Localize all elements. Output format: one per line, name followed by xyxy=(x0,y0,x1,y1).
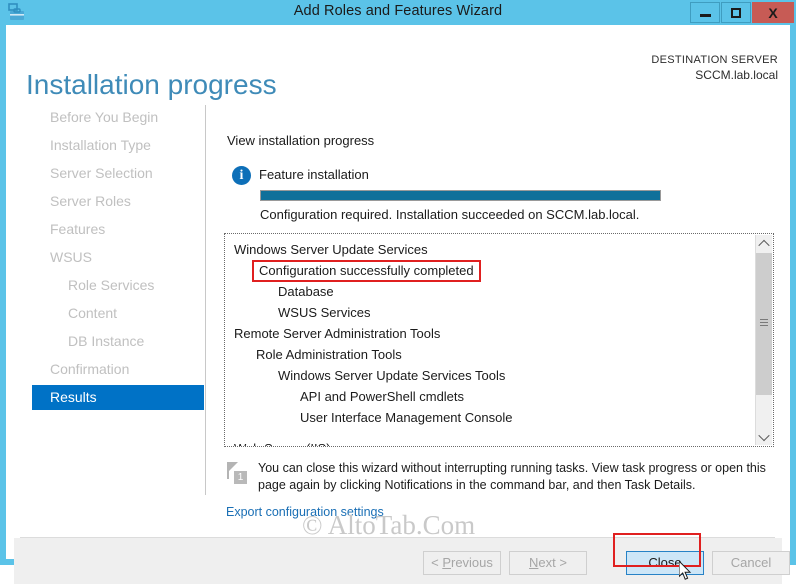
minimize-button[interactable] xyxy=(690,2,720,23)
sidebar-item-installation-type[interactable]: Installation Type xyxy=(32,133,204,158)
notification-badge-count: 1 xyxy=(234,471,247,484)
list-item[interactable]: Windows Server Update Services Tools xyxy=(225,365,754,386)
sidebar-item-features[interactable]: Features xyxy=(32,217,204,242)
scroll-up-button[interactable] xyxy=(756,235,772,252)
list-item[interactable]: Windows Server Update Services xyxy=(225,239,754,260)
scroll-down-button[interactable] xyxy=(756,428,772,445)
scrollbar-grip-icon xyxy=(760,319,768,329)
sidebar-item-wsus[interactable]: WSUS xyxy=(32,245,204,270)
client-area: Installation progress DESTINATION SERVER… xyxy=(6,25,790,584)
sidebar-divider xyxy=(205,105,206,495)
scrollbar-thumb[interactable] xyxy=(756,253,772,395)
notification-flag-icon: 1 xyxy=(226,462,248,486)
feature-installation-label: Feature installation xyxy=(259,167,369,182)
close-button[interactable]: Close xyxy=(626,551,704,575)
minimize-icon xyxy=(699,13,711,17)
sidebar-item-confirmation[interactable]: Confirmation xyxy=(32,357,204,382)
sidebar-item-content[interactable]: Content xyxy=(32,301,204,326)
sidebar-item-role-services[interactable]: Role Services xyxy=(32,273,204,298)
info-icon: i xyxy=(232,166,251,185)
list-item[interactable]: Database xyxy=(225,281,754,302)
chevron-down-icon xyxy=(758,429,770,441)
destination-server-block: DESTINATION SERVER SCCM.lab.local xyxy=(651,53,778,83)
page-title: Installation progress xyxy=(26,68,277,100)
destination-server-label: DESTINATION SERVER xyxy=(651,54,778,66)
next-button[interactable]: Next > xyxy=(509,551,587,575)
sidebar-item-server-roles[interactable]: Server Roles xyxy=(32,189,204,214)
close-window-button[interactable]: X xyxy=(752,2,794,23)
maximize-button[interactable] xyxy=(721,2,751,23)
sidebar-item-results[interactable]: Results xyxy=(32,385,204,410)
list-item[interactable]: User Interface Management Console xyxy=(225,407,754,428)
installation-results-list[interactable]: Windows Server Update Services Configurat… xyxy=(224,233,774,447)
destination-server-value: SCCM.lab.local xyxy=(695,68,778,82)
progress-bar-fill xyxy=(261,191,660,200)
list-item[interactable]: Web Server (IIS) xyxy=(225,438,754,446)
installation-status-text: Configuration required. Installation suc… xyxy=(260,207,640,222)
chevron-up-icon xyxy=(758,239,770,251)
results-list-items: Windows Server Update Services Configurat… xyxy=(225,234,754,446)
sidebar-item-before-you-begin[interactable]: Before You Begin xyxy=(32,105,204,130)
close-icon: X xyxy=(768,4,778,21)
wizard-footer: < Previous Next > Close Cancel xyxy=(14,538,790,584)
previous-button[interactable]: < Previous xyxy=(423,551,501,575)
wizard-steps-nav: Before You Begin Installation Type Server … xyxy=(6,105,206,495)
list-item[interactable]: API and PowerShell cmdlets xyxy=(225,386,754,407)
list-item[interactable]: WSUS Services xyxy=(225,302,754,323)
list-item[interactable]: Remote Server Administration Tools xyxy=(225,323,754,344)
list-item[interactable]: Role Administration Tools xyxy=(225,344,754,365)
maximize-icon xyxy=(731,7,741,18)
results-scrollbar[interactable] xyxy=(755,235,772,445)
list-item[interactable]: Configuration successfully completed xyxy=(225,260,754,282)
title-bar[interactable]: Add Roles and Features Wizard X xyxy=(0,0,796,25)
close-wizard-note: You can close this wizard without interr… xyxy=(258,461,766,492)
sidebar-item-db-instance[interactable]: DB Instance xyxy=(32,329,204,354)
sidebar-item-server-selection[interactable]: Server Selection xyxy=(32,161,204,186)
cancel-button[interactable]: Cancel xyxy=(712,551,790,575)
installation-progress-bar xyxy=(260,190,661,201)
view-installation-progress-label: View installation progress xyxy=(227,133,375,148)
configuration-completed-annotation: Configuration successfully completed xyxy=(252,260,481,282)
window-title: Add Roles and Features Wizard xyxy=(293,3,503,19)
wizard-window: Add Roles and Features Wizard X Installa… xyxy=(0,0,796,584)
export-configuration-settings-link[interactable]: Export configuration settings xyxy=(226,505,384,519)
